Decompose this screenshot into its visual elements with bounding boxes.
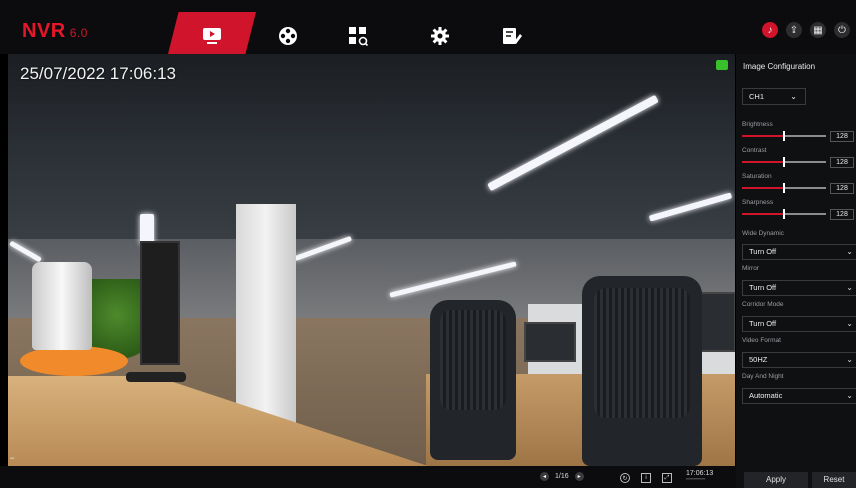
slider-knob[interactable] — [783, 131, 785, 141]
scene-monitor-base — [126, 372, 186, 382]
settings-icon[interactable] — [428, 24, 452, 48]
scene-kettle — [32, 262, 92, 350]
power-icon[interactable]: ⏻ — [834, 22, 850, 38]
live-video-view[interactable]: 25/07/2022 17:06:13 ▪▪ — [8, 54, 735, 466]
refresh-icon[interactable]: ↻ — [620, 473, 630, 483]
live-view-icon[interactable] — [200, 24, 224, 48]
alarm-icon[interactable]: ♪ — [762, 22, 778, 38]
chevron-down-icon: ⌄ — [790, 92, 797, 101]
sharpness-label: Sharpness — [742, 199, 774, 206]
logo: NVR 6.0 — [22, 20, 88, 43]
video-timestamp: 25/07/2022 17:06:13 — [20, 64, 176, 83]
top-bar: NVR 6.0 ♪ ⇪ ▦ ⏻ — [0, 0, 856, 54]
brightness-value[interactable]: 128 — [830, 131, 854, 142]
wide-dynamic-value: Turn Off — [749, 247, 777, 256]
slider-fill — [742, 135, 784, 137]
chevron-down-icon: ⌄ — [846, 319, 853, 328]
logo-version: 6.0 — [69, 26, 88, 40]
video-format-label: Video Format — [742, 337, 781, 344]
next-page-button[interactable]: ▸ — [574, 472, 584, 481]
reset-button[interactable]: Reset — [812, 472, 856, 488]
mirror-value: Turn Off — [749, 283, 777, 292]
sharpness-slider[interactable] — [742, 209, 826, 219]
search-icon[interactable] — [346, 24, 370, 48]
saturation-label: Saturation — [742, 173, 772, 180]
stream-indicator-icon: ▪▪ — [10, 456, 15, 462]
clock-date: ▔▔▔▔▔ — [686, 479, 706, 485]
wide-dynamic-label: Wide Dynamic — [742, 230, 784, 237]
bottom-bar: ◂ 1/16 ▸ ↻ i ⤢ 17:06:13 ▔▔▔▔▔ — [0, 466, 736, 488]
clock-time: 17:06:13 — [686, 470, 714, 477]
channel-value: CH1 — [749, 92, 765, 101]
info-icon[interactable]: i — [641, 473, 651, 483]
scene-monitor-left — [140, 241, 180, 365]
chevron-down-icon: ⌄ — [846, 391, 853, 400]
day-night-value: Automatic — [749, 391, 783, 400]
day-night-select[interactable]: Automatic ⌄ — [742, 388, 856, 404]
chevron-down-icon: ⌄ — [846, 355, 853, 364]
slider-knob[interactable] — [783, 183, 785, 193]
layout-icon[interactable]: ▦ — [810, 22, 826, 38]
saturation-value[interactable]: 128 — [830, 183, 854, 194]
playback-icon[interactable] — [276, 24, 300, 48]
slider-fill — [742, 187, 784, 189]
scene-chair-mesh — [594, 288, 690, 418]
maintenance-icon[interactable] — [500, 24, 524, 48]
brightness-label: Brightness — [742, 121, 773, 128]
slider-knob[interactable] — [783, 209, 785, 219]
video-format-select[interactable]: 50HZ ⌄ — [742, 352, 856, 368]
apply-button[interactable]: Apply — [744, 472, 808, 488]
scene-kettle-base — [20, 346, 128, 376]
saturation-slider[interactable] — [742, 183, 826, 193]
wide-dynamic-select[interactable]: Turn Off ⌄ — [742, 244, 856, 260]
image-config-panel: Image Configuration CH1 ⌄ Brightness 128… — [736, 54, 856, 488]
video-format-value: 50HZ — [749, 355, 768, 364]
contrast-value[interactable]: 128 — [830, 157, 854, 168]
sharpness-value[interactable]: 128 — [830, 209, 854, 220]
backup-icon[interactable]: ⇪ — [786, 22, 802, 38]
channel-select[interactable]: CH1 ⌄ — [742, 88, 806, 105]
prev-page-button[interactable]: ◂ — [540, 472, 549, 481]
scene-chair-mesh — [440, 310, 506, 410]
corridor-mode-value: Turn Off — [749, 319, 777, 328]
ceiling-light — [140, 214, 154, 244]
scene-monitor — [524, 322, 576, 362]
slider-knob[interactable] — [783, 157, 785, 167]
chevron-down-icon: ⌄ — [846, 283, 853, 292]
top-right-icons: ♪ ⇪ ▦ ⏻ — [762, 22, 856, 38]
panel-title: Image Configuration — [743, 62, 816, 71]
clock: 17:06:13 ▔▔▔▔▔ — [686, 470, 713, 486]
pager: ◂ 1/16 ▸ — [540, 472, 584, 481]
contrast-slider[interactable] — [742, 157, 826, 167]
brightness-slider[interactable] — [742, 131, 826, 141]
logo-text: NVR — [22, 20, 66, 42]
corridor-mode-label: Corridor Mode — [742, 301, 784, 308]
mirror-label: Mirror — [742, 265, 759, 272]
slider-fill — [742, 213, 784, 215]
contrast-label: Contrast — [742, 147, 767, 154]
corridor-mode-select[interactable]: Turn Off ⌄ — [742, 316, 856, 332]
page-indicator: 1/16 — [555, 473, 569, 480]
day-night-label: Day And Night — [742, 373, 784, 380]
recording-icon — [716, 60, 728, 70]
mirror-select[interactable]: Turn Off ⌄ — [742, 280, 856, 296]
fullscreen-icon[interactable]: ⤢ — [662, 473, 672, 483]
chevron-down-icon: ⌄ — [846, 247, 853, 256]
slider-fill — [742, 161, 784, 163]
